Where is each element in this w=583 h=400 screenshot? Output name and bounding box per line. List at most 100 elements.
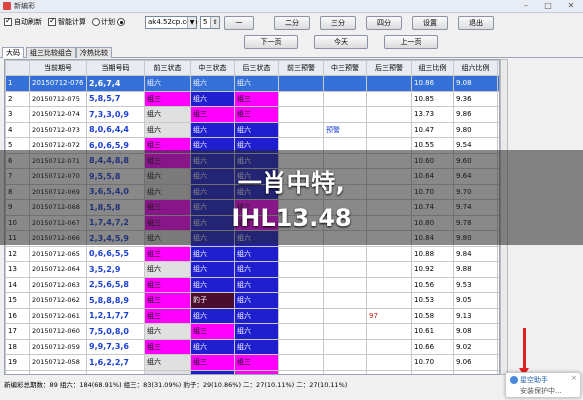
table-cell — [366, 106, 412, 123]
helper-close-icon[interactable]: × — [571, 374, 577, 382]
table-cell — [323, 338, 367, 355]
source-combo[interactable]: ak4.52cp.com ▼ — [145, 16, 197, 29]
table-cell: 组六 — [190, 121, 235, 138]
table-cell: 20150712-062 — [29, 292, 87, 309]
smart-calc-label: 智能计算 — [58, 18, 86, 26]
column-header[interactable]: 当前期号 — [29, 60, 87, 76]
calc-label: 计划 — [101, 18, 115, 26]
table-cell — [278, 323, 324, 340]
table-row[interactable]: 16 20150712-061 1,2,1,7,7 组三 组六 组六 97 10.58 9.13… — [5, 307, 499, 324]
table-cell — [323, 369, 367, 374]
table-cell: 组三 — [144, 245, 191, 262]
table-row[interactable]: 1720150712-0607,5,0,8,0组六组三组六10.619.0810 — [5, 323, 499, 340]
table-cell: 9.36 — [453, 90, 498, 107]
title-bar: 新编彩 – □ ✕ — [0, 0, 583, 13]
button-four-split[interactable]: 四分 — [366, 16, 402, 30]
column-header[interactable]: 组六比例 — [453, 60, 498, 76]
tab-big[interactable]: 大码 — [2, 47, 24, 58]
table-cell: 9.53 — [453, 276, 498, 293]
table-cell — [278, 90, 324, 107]
table-cell: 组三 — [144, 307, 191, 324]
smart-calc-checkbox[interactable] — [48, 16, 56, 26]
table-cell — [278, 369, 324, 374]
period-spinner[interactable]: 5 ⇕ — [200, 16, 220, 29]
table-row[interactable]: 220150712-0755,8,5,7组三组六组三10.859.3610 — [5, 90, 499, 107]
table-cell — [366, 354, 412, 371]
table-cell: 9.05 — [453, 292, 498, 309]
table-cell: 组三 — [190, 354, 235, 371]
table-cell: 3 — [5, 106, 30, 123]
close-icon[interactable]: ✕ — [560, 0, 582, 12]
table-cell — [278, 292, 324, 309]
table-cell: 组六 — [234, 292, 279, 309]
table-cell: 组六 — [144, 261, 191, 278]
column-header[interactable]: 前三预警 — [278, 60, 324, 76]
column-header[interactable]: 前三状态 — [144, 60, 191, 76]
table-cell — [278, 121, 324, 138]
main-toolbar: 自动刷新 智能计算 计划 ak4.52cp.com ▼ 5 ⇕ 一 二分 三分 … — [0, 13, 583, 35]
column-header[interactable]: 中三状态 — [190, 60, 235, 76]
table-cell: 组六 — [234, 75, 279, 92]
table-row[interactable]: 1320150712-0643,5,2,9组六组六组六10.929.8810 — [5, 261, 499, 278]
table-cell: 9.08 — [453, 323, 498, 340]
table-row[interactable]: 420150712-0738,0,6,4,4组六组六组六预警10.479.801… — [5, 121, 499, 138]
table-cell: 组三 — [234, 106, 279, 123]
table-cell: 组六 — [190, 75, 235, 92]
auto-refresh-checkbox[interactable] — [4, 16, 12, 26]
table-cell: 20150712-076 — [29, 75, 87, 92]
table-cell: 7,5,0,8,0 — [86, 323, 145, 340]
table-cell: 1,6,2,2,7 — [86, 354, 145, 371]
banner-heading: 一肖中特, — [237, 169, 346, 197]
window-title: 新编彩 — [14, 2, 35, 10]
table-row[interactable]: 1920150712-0581,6,2,2,7组六组三组三10.709.0610 — [5, 354, 499, 371]
source-radio[interactable] — [117, 18, 125, 26]
table-cell — [278, 276, 324, 293]
table-cell: 9.02 — [453, 338, 498, 355]
table-cell: 组六 — [144, 121, 191, 138]
table-cell: 9.10 — [453, 369, 498, 374]
calc-radio[interactable] — [92, 18, 100, 26]
table-cell: 10.66 — [411, 338, 454, 355]
table-cell: 20150712-065 — [29, 245, 87, 262]
maximize-icon[interactable]: □ — [537, 0, 559, 12]
tab-hotcold[interactable]: 冷热比较 — [76, 47, 112, 58]
table-row[interactable]: 1820150712-0599,9,7,3,6组三组六组六10.669.0210 — [5, 338, 499, 355]
column-header[interactable]: 中三预警 — [323, 60, 367, 76]
table-cell: 10.86 — [411, 75, 454, 92]
table-cell: 10.58 — [411, 307, 454, 324]
button-three-split[interactable]: 三分 — [320, 16, 356, 30]
table-cell: 组三 — [144, 292, 191, 309]
table-cell — [323, 292, 367, 309]
table-cell — [278, 245, 324, 262]
exit-button[interactable]: 退出 — [458, 16, 494, 30]
table-cell — [366, 323, 412, 340]
column-header[interactable]: 后三预警 — [366, 60, 412, 76]
column-header[interactable]: 后三状态 — [234, 60, 279, 76]
table-row[interactable]: 320150712-0747,3,3,0,9组六组三组三13.739.8610 — [5, 106, 499, 123]
table-cell: 15 — [5, 292, 30, 309]
table-cell: 13.73 — [411, 106, 454, 123]
table-cell: 20150712-063 — [29, 276, 87, 293]
tab-group3[interactable]: 组三比较组合 — [26, 47, 76, 58]
table-cell: 13 — [5, 261, 30, 278]
spinner-arrow-icon[interactable]: ⇕ — [210, 17, 219, 28]
table-row[interactable]: 1520150712-0625,8,8,8,9组三豹子组六10.539.0510 — [5, 292, 499, 309]
table-cell: 20150712-060 — [29, 323, 87, 340]
chevron-down-icon[interactable]: ▼ — [187, 17, 196, 28]
table-row[interactable]: 1420150712-0632,5,6,5,8组三组六组六10.569.5310 — [5, 276, 499, 293]
minimize-icon[interactable]: – — [515, 0, 537, 12]
table-row[interactable]: 120150712-0762,6,7,4组六组六组六10.869.0810 — [5, 75, 499, 92]
table-row[interactable]: 2020150712-0574,7,9,8,7组六组六组三10.749.1010 — [5, 369, 499, 374]
settings-button[interactable]: 设置 — [412, 16, 448, 30]
table-cell: 20150712-059 — [29, 338, 87, 355]
column-header[interactable]: 当期号码 — [86, 60, 145, 76]
table-cell: 组六 — [234, 323, 279, 340]
table-cell — [323, 90, 367, 107]
table-cell: 4 — [5, 121, 30, 138]
tray-helper-popup[interactable]: 星空助手 安装保护中... × — [505, 372, 581, 398]
table-row[interactable]: 1220150712-0650,6,6,5,5组三组六组六10.889.8410 — [5, 245, 499, 262]
column-header[interactable] — [5, 60, 30, 76]
button-two-split[interactable]: 二分 — [274, 16, 310, 30]
button-one[interactable]: 一 — [224, 16, 254, 30]
column-header[interactable]: 组三比例 — [411, 60, 454, 76]
